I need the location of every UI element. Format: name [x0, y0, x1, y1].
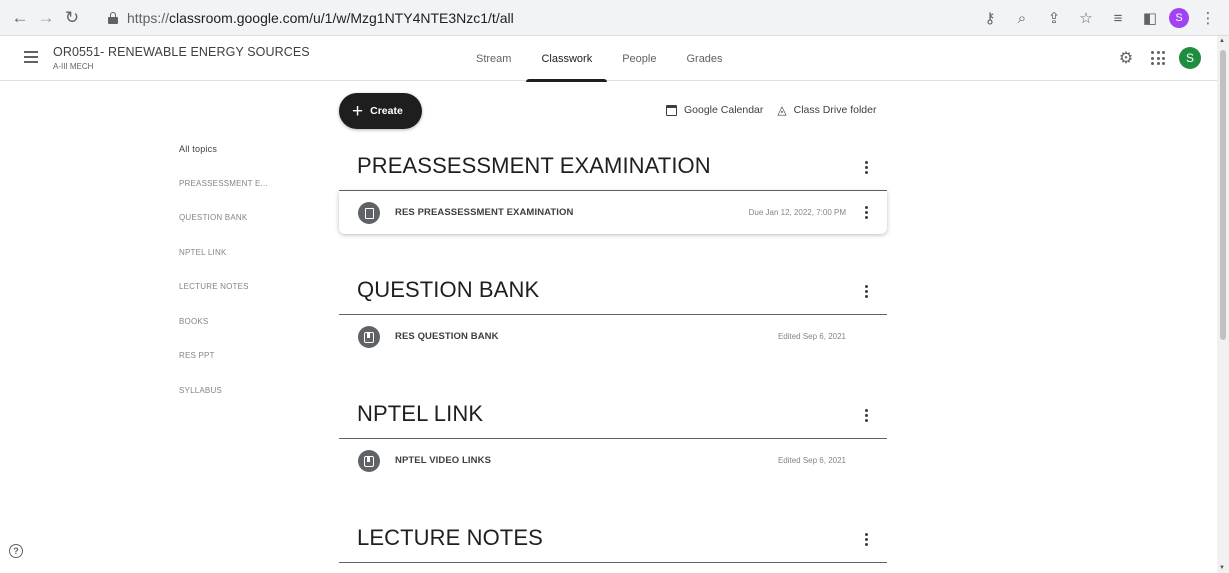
item-title: NPTEL VIDEO LINKS — [395, 455, 492, 466]
topic-section: LECTURE NOTES — [339, 515, 887, 563]
item-title: RES PREASSESSMENT EXAMINATION — [395, 207, 574, 218]
topic-item[interactable]: PREASSESSMENT E... — [179, 178, 268, 213]
topic-item[interactable]: SYLLABUS — [179, 385, 268, 420]
main-menu-icon[interactable] — [24, 51, 38, 63]
classroom-header: OR0551- RENEWABLE ENERGY SOURCES A-III M… — [0, 36, 1217, 82]
side-panel-icon[interactable]: ◧ — [1137, 5, 1163, 31]
browser-profile-avatar[interactable]: S — [1169, 8, 1189, 28]
share-icon[interactable]: ⇪ — [1041, 5, 1067, 31]
account-avatar[interactable]: S — [1179, 47, 1201, 69]
material-icon — [358, 450, 380, 472]
tab-classwork[interactable]: Classwork — [526, 36, 607, 82]
topic-title: QUESTION BANK — [357, 277, 540, 302]
reload-icon[interactable]: ↻ — [59, 5, 85, 31]
scroll-up-arrow-icon[interactable]: ▲ — [1219, 38, 1225, 44]
class-drive-folder-link[interactable]: Class Drive folder — [794, 104, 877, 116]
zoom-icon[interactable]: ⌕ — [1009, 5, 1035, 31]
tab-grades[interactable]: Grades — [671, 36, 737, 81]
topic-section: NPTEL LINK NPTEL VIDEO LINKS Edited Sep … — [339, 391, 887, 482]
url-text: https://classroom.google.com/u/1/w/Mzg1N… — [127, 10, 514, 26]
assignment-icon — [358, 202, 380, 224]
topic-item[interactable]: RES PPT — [179, 350, 268, 385]
topic-title: LECTURE NOTES — [357, 525, 543, 550]
create-button[interactable]: + Create — [339, 93, 422, 129]
topic-item[interactable]: BOOKS — [179, 316, 268, 351]
google-apps-icon[interactable] — [1151, 51, 1165, 65]
topics-list: All topics PREASSESSMENT E... QUESTION B… — [179, 143, 268, 419]
settings-gear-icon[interactable]: ⚙ — [1115, 47, 1137, 69]
help-icon[interactable]: ? — [9, 544, 23, 558]
reading-list-icon[interactable]: ≡ — [1105, 5, 1131, 31]
topic-item[interactable]: QUESTION BANK — [179, 212, 268, 247]
lock-icon — [108, 12, 118, 24]
material-icon — [358, 326, 380, 348]
classwork-item[interactable]: RES PREASSESSMENT EXAMINATION Due Jan 12… — [339, 191, 887, 234]
topic-section: QUESTION BANK RES QUESTION BANK Edited S… — [339, 267, 887, 358]
topic-title: NPTEL LINK — [357, 401, 484, 426]
key-icon[interactable]: ⚷ — [977, 5, 1003, 31]
topic-section: PREASSESSMENT EXAMINATION RES PREASSESSM… — [339, 143, 887, 234]
address-bar[interactable]: https://classroom.google.com/u/1/w/Mzg1N… — [108, 5, 978, 31]
browser-toolbar: ← → ↻ https://classroom.google.com/u/1/w… — [0, 0, 1229, 36]
item-edited-date: Edited Sep 6, 2021 — [777, 332, 846, 341]
calendar-icon — [666, 104, 677, 116]
create-label: Create — [370, 105, 403, 117]
more-options-icon[interactable] — [865, 409, 868, 422]
topic-header: PREASSESSMENT EXAMINATION — [339, 143, 887, 191]
plus-icon: + — [352, 100, 364, 122]
item-title: RES QUESTION BANK — [395, 331, 499, 342]
class-title[interactable]: OR0551- RENEWABLE ENERGY SOURCES — [53, 45, 310, 59]
topic-item[interactable]: LECTURE NOTES — [179, 281, 268, 316]
scrollbar-thumb[interactable] — [1220, 50, 1226, 340]
page-scrollbar[interactable]: ▲ ▼ — [1217, 36, 1229, 573]
browser-menu-icon[interactable]: ⋮ — [1195, 5, 1221, 31]
tab-people[interactable]: People — [607, 36, 671, 81]
class-tabs: Stream Classwork People Grades — [461, 36, 738, 82]
item-due-date: Due Jan 12, 2022, 7:00 PM — [748, 208, 846, 217]
more-options-icon[interactable] — [865, 533, 868, 546]
back-arrow-icon[interactable]: ← — [7, 5, 33, 31]
more-options-icon[interactable] — [865, 285, 868, 298]
more-options-icon[interactable] — [865, 161, 868, 174]
item-edited-date: Edited Sep 6, 2021 — [777, 456, 846, 465]
forward-arrow-icon[interactable]: → — [33, 5, 59, 31]
class-section: A-III MECH — [53, 62, 94, 71]
drive-icon: ◬ — [777, 103, 787, 117]
classwork-item[interactable]: RES QUESTION BANK Edited Sep 6, 2021 — [339, 315, 887, 358]
topic-header: LECTURE NOTES — [339, 515, 887, 563]
scroll-down-arrow-icon[interactable]: ▼ — [1219, 565, 1225, 571]
topic-item[interactable]: NPTEL LINK — [179, 247, 268, 282]
classwork-item[interactable]: NPTEL VIDEO LINKS Edited Sep 6, 2021 — [339, 439, 887, 482]
topic-header: NPTEL LINK — [339, 391, 887, 439]
google-calendar-link[interactable]: Google Calendar — [684, 104, 763, 116]
topic-title: PREASSESSMENT EXAMINATION — [357, 153, 711, 178]
tab-stream[interactable]: Stream — [461, 36, 526, 81]
topic-header: QUESTION BANK — [339, 267, 887, 315]
item-more-options-icon[interactable] — [865, 206, 868, 219]
topic-all[interactable]: All topics — [179, 143, 268, 178]
bookmark-star-icon[interactable]: ☆ — [1073, 5, 1099, 31]
